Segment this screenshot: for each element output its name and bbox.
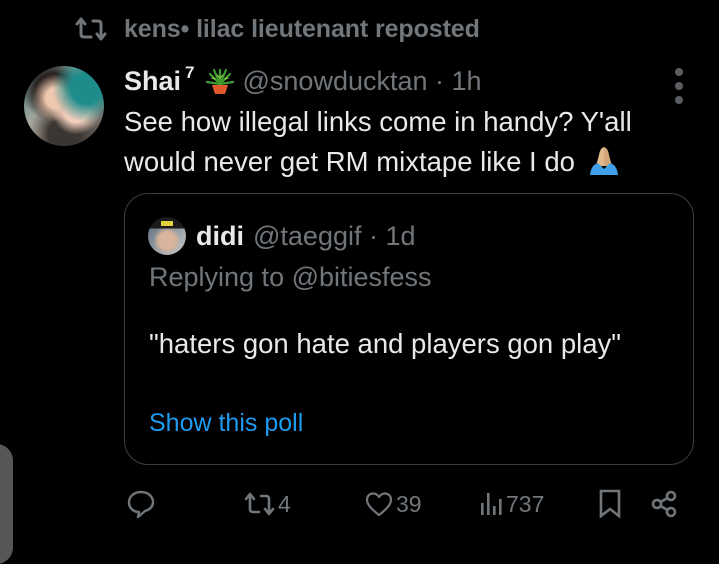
tweet-text: See how illegal links come in handy? Y'a… [124, 106, 632, 177]
quoted-author-handle-time: @taeggif · 1d [253, 220, 416, 251]
like-count: 39 [396, 490, 422, 517]
quoted-author-line: didi @taeggif · 1d [148, 217, 416, 255]
repost-header-text: kens• lilac lieutenant reposted [124, 14, 480, 43]
share-icon [651, 490, 677, 518]
scroll-edge-handle[interactable] [0, 444, 13, 564]
author-name[interactable]: Shai [124, 66, 181, 97]
quoted-tweet-text: "haters gon hate and players gon play" [149, 328, 622, 359]
potted-plant-icon [205, 68, 234, 94]
repost-count: 4 [278, 490, 291, 517]
quoted-author-name: didi [196, 220, 244, 251]
tweet-text-container: See how illegal links come in handy? Y'a… [124, 102, 694, 182]
repost-icon [75, 17, 107, 41]
views-button[interactable]: 737 [480, 484, 544, 524]
author-line: Shai 7 @snowducktan · 1h [124, 62, 482, 100]
more-vertical-icon[interactable] [670, 68, 688, 104]
heart-icon [365, 492, 393, 517]
repost-button[interactable]: 4 [244, 484, 291, 524]
share-button[interactable] [650, 484, 680, 524]
show-poll-link[interactable]: Show this poll [149, 409, 303, 438]
repost-icon [244, 492, 275, 516]
author-avatar[interactable] [24, 66, 104, 146]
bookmark-icon [599, 489, 621, 519]
repost-header[interactable]: kens• lilac lieutenant reposted [72, 12, 480, 46]
reply-button[interactable] [126, 484, 158, 524]
reply-icon [127, 490, 155, 519]
author-handle-time[interactable]: @snowducktan · 1h [243, 66, 482, 97]
bookmark-button[interactable] [598, 484, 622, 524]
view-count: 737 [506, 490, 545, 517]
folded-hands-icon [589, 147, 618, 175]
quoted-author-avatar [148, 217, 186, 255]
views-chart-icon [481, 493, 502, 515]
quoted-replying-to: Replying to @bitiesfess [149, 262, 432, 292]
like-button[interactable]: 39 [364, 484, 422, 524]
author-name-superscript: 7 [185, 63, 195, 82]
